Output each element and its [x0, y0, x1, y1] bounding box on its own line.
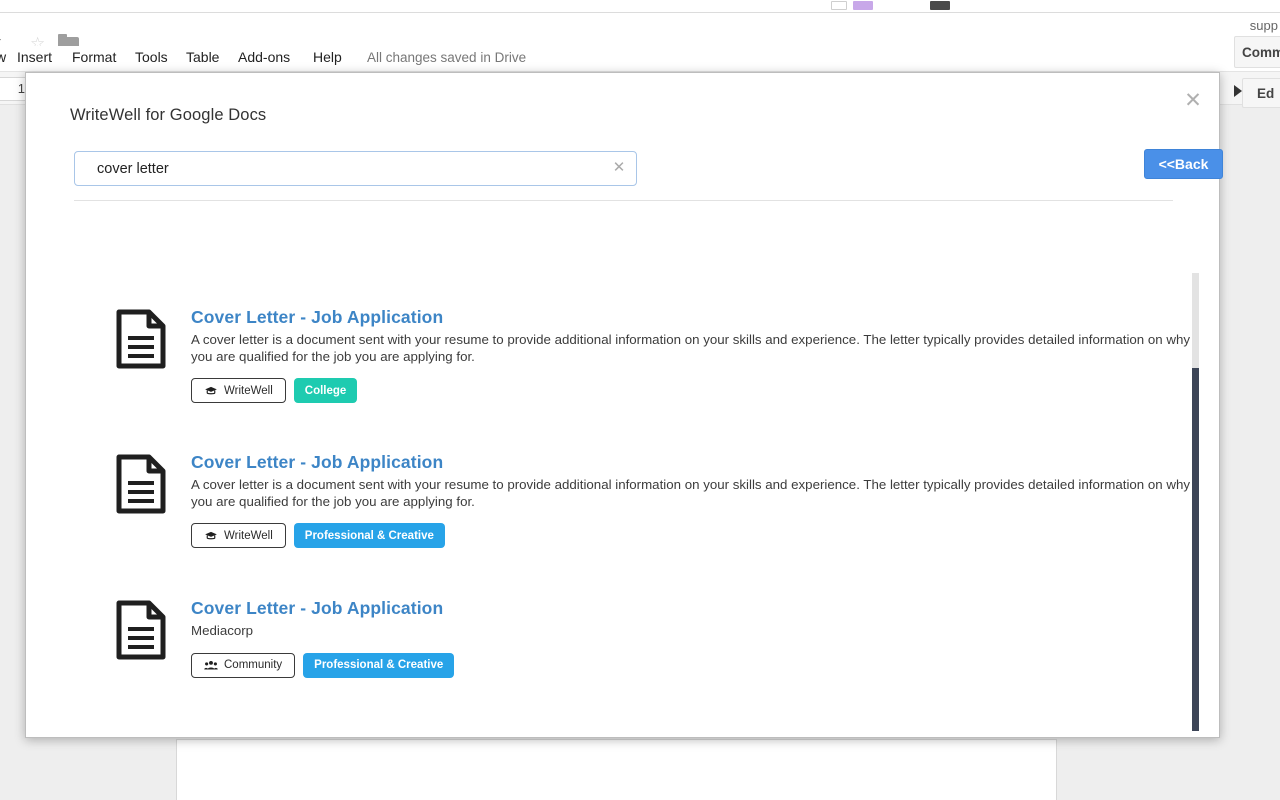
category-badge[interactable]: Professional & Creative: [303, 653, 454, 678]
docs-menubar: w Insert Format Tools Table Add-ons Help…: [0, 46, 1280, 70]
document-page[interactable]: [177, 740, 1056, 800]
menu-item-format[interactable]: Format: [72, 46, 116, 68]
browser-toolbar-strip: [0, 0, 1280, 13]
source-badge[interactable]: WriteWell: [191, 523, 286, 548]
source-badge-label: WriteWell: [224, 530, 273, 542]
results-list: Cover Letter - Job Application A cover l…: [74, 201, 1196, 701]
menu-item-add-ons[interactable]: Add-ons: [238, 46, 290, 68]
badge-row: WriteWell College: [191, 378, 1196, 403]
menu-item-insert[interactable]: Insert: [17, 46, 52, 68]
result-description: Mediacorp: [191, 623, 1190, 640]
result-title[interactable]: Cover Letter - Job Application: [191, 597, 1196, 619]
list-item-body: Cover Letter - Job Application Mediacorp: [191, 597, 1196, 678]
writewell-dialog: ✕ WriteWell for Google Docs ✕ <<Back Cov…: [25, 72, 1220, 738]
document-icon: [115, 309, 167, 369]
source-badge-label: Community: [224, 659, 282, 671]
category-badge[interactable]: Professional & Creative: [294, 523, 445, 548]
screen: t ☆ w Insert Format Tools Table Add-ons …: [0, 0, 1280, 800]
result-title[interactable]: Cover Letter - Job Application: [191, 451, 1196, 473]
list-item-body: Cover Letter - Job Application A cover l…: [191, 451, 1196, 548]
source-badge[interactable]: Community: [191, 653, 295, 678]
toolbar-mini-icon-purple[interactable]: [853, 1, 873, 10]
category-badge[interactable]: College: [294, 378, 358, 403]
graduation-cap-icon: [204, 386, 218, 396]
scrollbar-thumb[interactable]: [1192, 368, 1199, 731]
badge-row: WriteWell Professional & Creative: [191, 523, 1196, 548]
toolbar-mini-icon-dark[interactable]: [930, 1, 950, 10]
people-group-icon: [204, 660, 218, 671]
docs-title-row: t ☆: [0, 13, 1280, 45]
source-badge-label: WriteWell: [224, 385, 273, 397]
list-item-body: Cover Letter - Job Application A cover l…: [191, 306, 1196, 403]
support-link[interactable]: supp: [1250, 18, 1278, 33]
editing-mode-label: Ed: [1257, 86, 1274, 101]
result-description: A cover letter is a document sent with y…: [191, 477, 1190, 510]
comments-button-label: Comm: [1242, 45, 1280, 60]
document-icon: [115, 454, 167, 514]
search-field-wrapper: ✕: [74, 151, 637, 186]
back-button[interactable]: <<Back: [1144, 149, 1223, 179]
result-title[interactable]: Cover Letter - Job Application: [191, 306, 1196, 328]
clear-icon[interactable]: ✕: [611, 160, 627, 176]
graduation-cap-icon: [204, 531, 218, 541]
editing-mode-button[interactable]: Ed: [1242, 78, 1280, 108]
menu-item-view[interactable]: w: [0, 46, 6, 68]
menu-item-table[interactable]: Table: [186, 46, 219, 68]
badge-row: Community Professional & Creative: [191, 653, 1196, 678]
menu-item-help[interactable]: Help: [313, 46, 342, 68]
toolbar-zoom-value: 1: [18, 81, 25, 96]
result-description: A cover letter is a document sent with y…: [191, 332, 1190, 365]
editing-mode-caret-icon: [1234, 85, 1242, 97]
save-status-text: All changes saved in Drive: [367, 46, 526, 69]
close-icon[interactable]: ✕: [1179, 87, 1207, 115]
comments-button[interactable]: Comm: [1234, 36, 1280, 68]
document-icon: [115, 600, 167, 660]
menu-item-tools[interactable]: Tools: [135, 46, 168, 68]
search-input[interactable]: [74, 151, 637, 186]
toolbar-mini-icon-blank[interactable]: [831, 1, 847, 10]
source-badge[interactable]: WriteWell: [191, 378, 286, 403]
dialog-title: WriteWell for Google Docs: [70, 106, 266, 125]
